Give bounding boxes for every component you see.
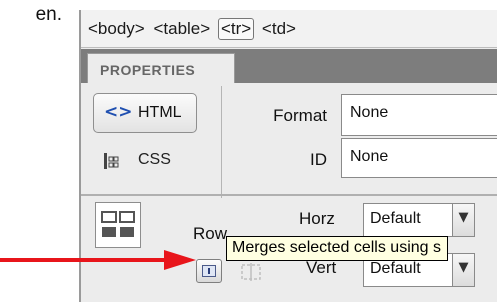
tab-properties[interactable]: PROPERTIES (87, 53, 235, 83)
red-arrow-annotation (0, 250, 196, 270)
horz-value: Default (370, 210, 421, 227)
css-mode-button[interactable]: CSS (103, 148, 203, 174)
row-label: Row (193, 224, 228, 243)
horz-label: Horz (299, 209, 335, 228)
vert-value: Default (370, 260, 421, 277)
document-text: en. (35, 4, 62, 25)
panel-tab-strip: PROPERTIES (81, 49, 497, 83)
vert-label: Vert (306, 258, 337, 277)
tag-table[interactable]: <table> (152, 19, 211, 39)
row-section-divider (81, 194, 497, 196)
css-mode-label: CSS (138, 151, 171, 168)
table-cell-icon (95, 202, 141, 248)
chevron-down-icon[interactable]: ▼ (452, 204, 474, 236)
html-mode-button[interactable]: <> HTML (93, 93, 197, 133)
css-grid-icon (104, 153, 119, 169)
id-select[interactable]: None (341, 138, 497, 178)
tag-td[interactable]: <td> (261, 19, 297, 39)
code-angle-brackets-icon: <> (104, 102, 133, 122)
format-select[interactable]: None (341, 94, 497, 136)
format-label: Format (273, 106, 327, 125)
id-label: ID (310, 150, 327, 169)
merge-cells-tooltip: Merges selected cells using s (226, 236, 448, 261)
tag-body[interactable]: <body> (87, 19, 146, 39)
split-cells-icon[interactable] (239, 261, 263, 283)
horz-select[interactable]: Default ▼ (363, 203, 475, 237)
merge-cells-button[interactable] (196, 259, 222, 283)
tag-tr-selected[interactable]: <tr> (217, 18, 255, 40)
tag-selector-bar: <body> <table> <tr> <td> (81, 10, 497, 48)
chevron-down-icon[interactable]: ▼ (452, 254, 474, 286)
section-divider (221, 86, 222, 198)
html-mode-label: HTML (138, 104, 182, 121)
